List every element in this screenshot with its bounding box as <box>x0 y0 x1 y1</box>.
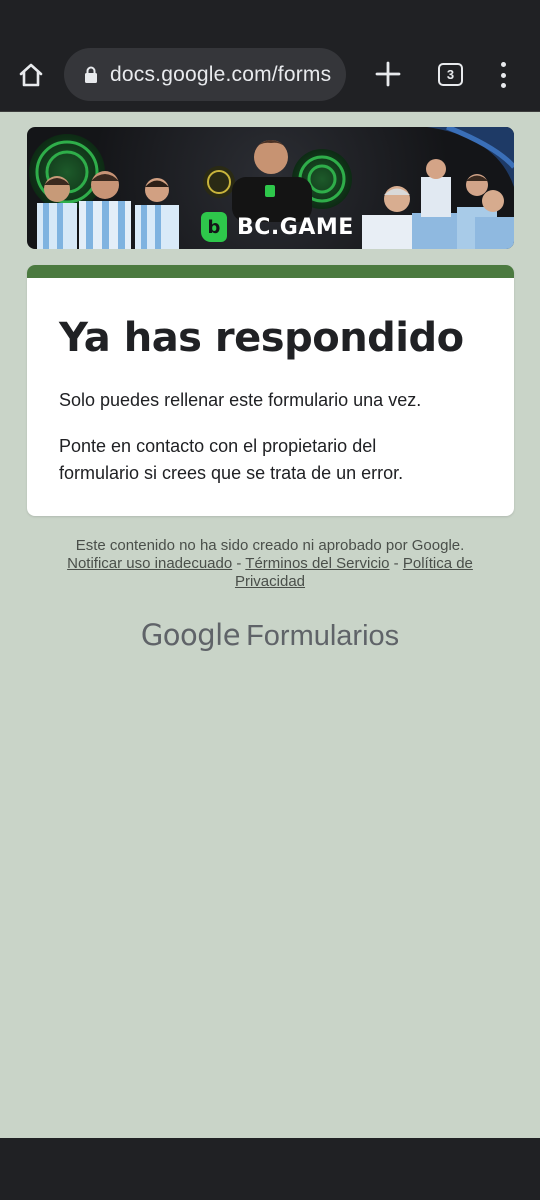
confirmation-message: Solo puedes rellenar este formulario una… <box>59 390 422 410</box>
new-tab-icon[interactable] <box>372 58 404 90</box>
url-text: docs.google.com/forms <box>110 62 332 86</box>
status-bar <box>0 0 540 40</box>
system-navigation-bar <box>0 1138 540 1200</box>
banner-brand-logo: b BC.GAME <box>201 211 354 243</box>
card-accent-bar <box>27 265 514 278</box>
forms-wordmark: Formularios <box>246 620 400 652</box>
contact-owner-message: Ponte en contacto con el propietario del… <box>59 436 404 483</box>
footer-separator: - <box>389 555 403 572</box>
confirmation-card: Ya has respondido Solo puedes rellenar e… <box>27 265 514 516</box>
report-abuse-link[interactable]: Notificar uso inadecuado <box>67 555 232 572</box>
terms-of-service-link[interactable]: Términos del Servicio <box>245 555 389 572</box>
header-banner-image: b BC.GAME <box>27 127 514 249</box>
browser-toolbar: docs.google.com/forms 3 <box>0 40 540 112</box>
footer-disclaimer: Este contenido no ha sido creado ni apro… <box>40 537 500 591</box>
bcgame-logo-icon: b <box>201 212 227 242</box>
footer-separator: - <box>232 555 246 572</box>
tab-switcher-button[interactable]: 3 <box>438 63 463 86</box>
tab-count: 3 <box>446 67 455 82</box>
address-bar[interactable]: docs.google.com/forms <box>64 48 346 101</box>
google-forms-logo[interactable]: Google Formularios <box>0 618 540 653</box>
lock-icon <box>82 64 100 86</box>
home-icon[interactable] <box>14 58 48 92</box>
more-menu-icon[interactable] <box>494 60 512 90</box>
page-title: Ya has respondido <box>59 315 464 361</box>
disclaimer-text: Este contenido no ha sido creado ni apro… <box>75 537 465 554</box>
banner-brand-text: BC.GAME <box>237 214 354 240</box>
google-wordmark: Google <box>140 618 241 652</box>
